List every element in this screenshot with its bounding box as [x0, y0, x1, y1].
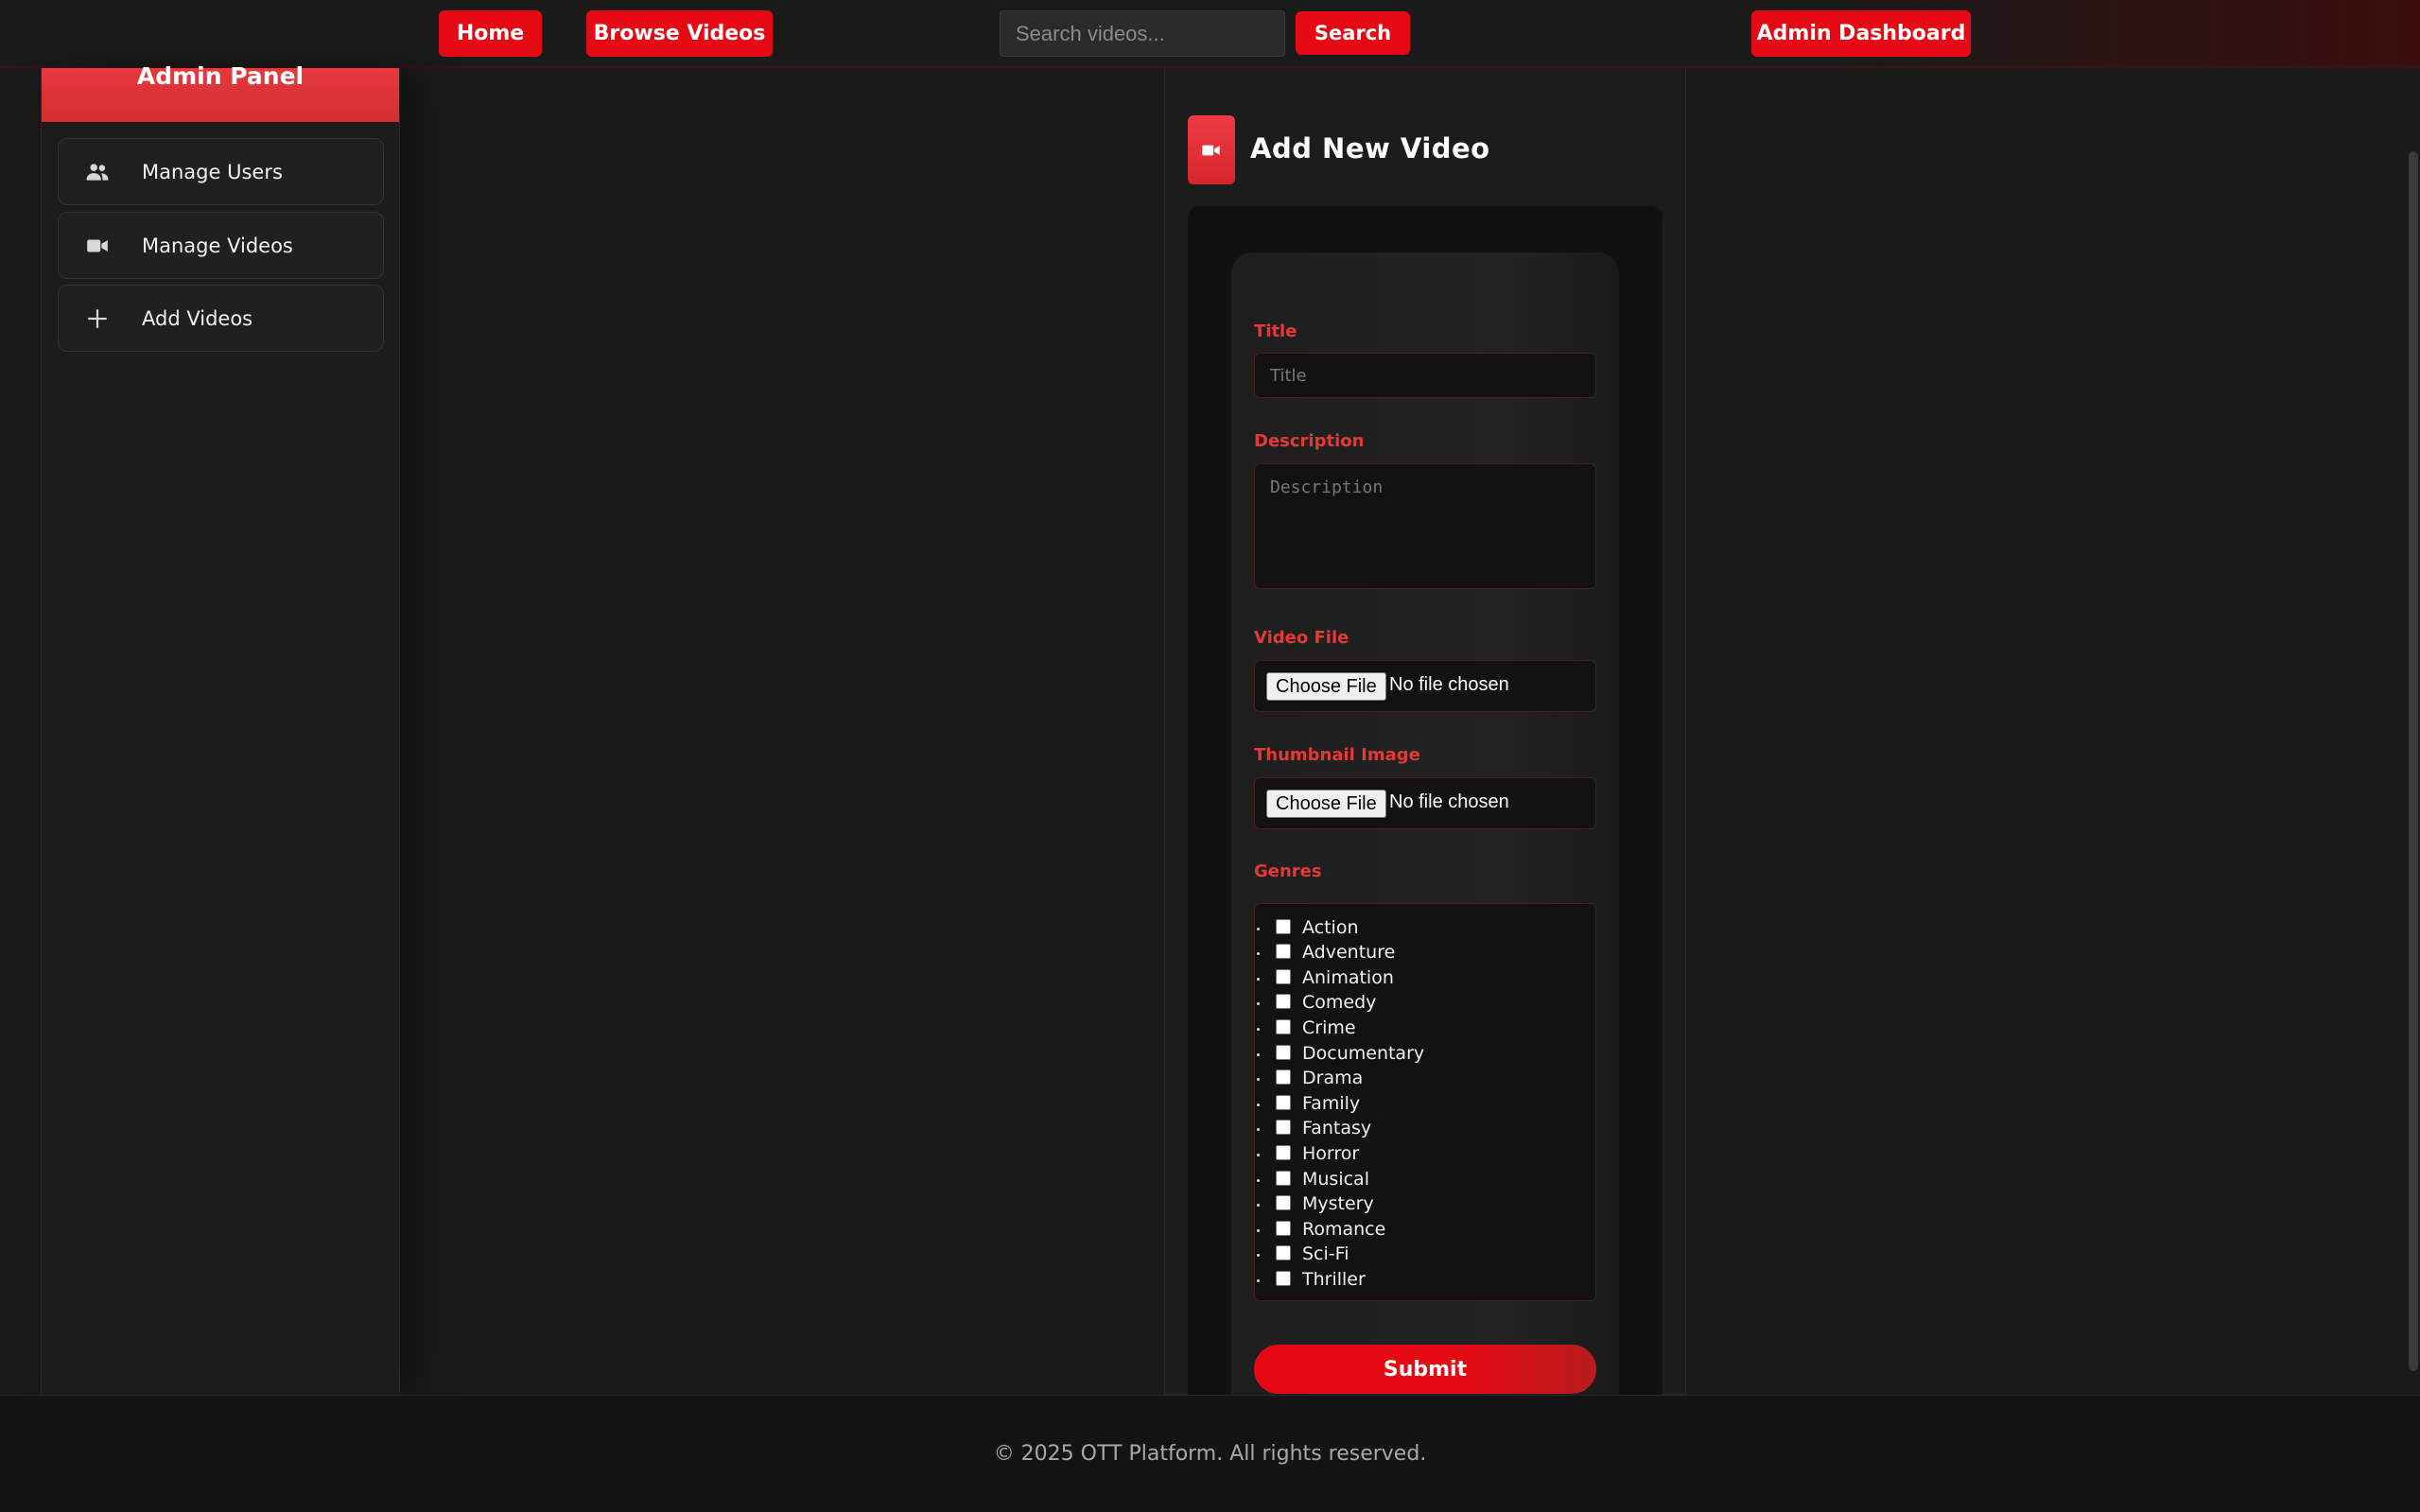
title-input[interactable]: [1254, 353, 1596, 398]
submit-button[interactable]: Submit: [1254, 1345, 1596, 1394]
sidebar-item-label: Manage Videos: [142, 234, 293, 257]
genre-label: Animation: [1302, 967, 1394, 988]
list-item: Comedy: [1255, 992, 1576, 1017]
genre-label: Horror: [1302, 1143, 1360, 1164]
genre-checkbox[interactable]: [1276, 1019, 1291, 1034]
genre-label: Documentary: [1302, 1043, 1425, 1064]
genre-checkbox[interactable]: [1276, 1145, 1291, 1160]
genre-label: Mystery: [1302, 1193, 1374, 1214]
description-textarea[interactable]: [1254, 463, 1596, 589]
list-item: Animation: [1255, 967, 1576, 992]
choose-thumbnail-file-button[interactable]: Choose File: [1266, 790, 1386, 818]
video-camera-icon: [1188, 115, 1235, 184]
top-navbar: Home Browse Videos Search Admin Dashboar…: [0, 0, 2420, 68]
genre-label: Fantasy: [1302, 1118, 1372, 1138]
sidebar-item-manage-users[interactable]: Manage Users: [58, 138, 384, 205]
video-file-input: Choose File No file chosen: [1254, 660, 1596, 712]
genre-checkbox[interactable]: [1276, 1221, 1291, 1236]
genres-list: Action Adventure Animation Comedy Crime …: [1254, 903, 1596, 1301]
genre-checkbox[interactable]: [1276, 994, 1291, 1009]
genre-label: Thriller: [1302, 1269, 1366, 1290]
footer: © 2025 OTT Platform. All rights reserved…: [0, 1395, 2420, 1512]
plus-icon: [88, 309, 107, 328]
list-item: Documentary: [1255, 1043, 1576, 1068]
genre-label: Adventure: [1302, 942, 1396, 963]
sidebar-header: Admin Panel: [42, 62, 399, 122]
list-item: Fantasy: [1255, 1118, 1576, 1142]
list-item: Romance: [1255, 1219, 1576, 1243]
genre-label: Family: [1302, 1093, 1361, 1114]
list-item: Sci-Fi: [1255, 1243, 1576, 1268]
page-scrollbar[interactable]: [2409, 151, 2418, 1371]
genre-label: Drama: [1302, 1068, 1364, 1088]
list-item: Crime: [1255, 1017, 1576, 1042]
footer-copyright: © 2025 OTT Platform. All rights reserved…: [993, 1442, 1427, 1466]
genre-label: Crime: [1302, 1017, 1356, 1038]
list-item: Drama: [1255, 1068, 1576, 1092]
description-label: Description: [1254, 431, 1365, 451]
admin-sidebar: Admin Panel Manage Users Manage Videos A…: [41, 62, 400, 1395]
genre-checkbox[interactable]: [1276, 969, 1291, 984]
video-camera-icon: [87, 239, 108, 252]
choose-video-file-button[interactable]: Choose File: [1266, 672, 1386, 701]
users-icon: [86, 164, 109, 181]
genre-checkbox[interactable]: [1276, 1171, 1291, 1186]
list-item: Adventure: [1255, 942, 1576, 966]
genre-checkbox[interactable]: [1276, 1195, 1291, 1210]
list-item: Thriller: [1255, 1269, 1576, 1294]
list-item: Horror: [1255, 1143, 1576, 1168]
genre-checkbox[interactable]: [1276, 1069, 1291, 1085]
search-input[interactable]: [1000, 10, 1285, 57]
genre-label: Sci-Fi: [1302, 1243, 1349, 1264]
title-label: Title: [1254, 322, 1297, 341]
list-item: Musical: [1255, 1169, 1576, 1193]
admin-dashboard-button[interactable]: Admin Dashboard: [1751, 10, 1971, 57]
thumbnail-file-status: No file chosen: [1389, 791, 1509, 812]
video-file-label: Video File: [1254, 628, 1349, 648]
sidebar-item-add-videos[interactable]: Add Videos: [58, 285, 384, 352]
list-item: Mystery: [1255, 1193, 1576, 1218]
browse-videos-button[interactable]: Browse Videos: [586, 10, 773, 57]
genre-label: Musical: [1302, 1169, 1369, 1190]
genre-checkbox[interactable]: [1276, 919, 1291, 934]
genre-checkbox[interactable]: [1276, 1045, 1291, 1060]
home-button[interactable]: Home: [439, 10, 542, 57]
genre-checkbox[interactable]: [1276, 1271, 1291, 1286]
genres-label: Genres: [1254, 861, 1322, 881]
sidebar-item-label: Add Videos: [142, 306, 253, 330]
genre-label: Romance: [1302, 1219, 1386, 1240]
genre-checkbox[interactable]: [1276, 1245, 1291, 1260]
genre-checkbox[interactable]: [1276, 944, 1291, 959]
thumbnail-label: Thumbnail Image: [1254, 745, 1420, 765]
search-button[interactable]: Search: [1296, 11, 1410, 55]
genre-checkbox[interactable]: [1276, 1120, 1291, 1135]
genre-checkbox[interactable]: [1276, 1095, 1291, 1110]
sidebar-item-manage-videos[interactable]: Manage Videos: [58, 212, 384, 279]
sidebar-title: Admin Panel: [136, 62, 305, 90]
list-item: Family: [1255, 1093, 1576, 1118]
sidebar-item-label: Manage Users: [142, 160, 283, 183]
genre-label: Comedy: [1302, 992, 1377, 1013]
thumbnail-file-input: Choose File No file chosen: [1254, 777, 1596, 829]
page-title: Add New Video: [1250, 132, 1490, 165]
list-item: Action: [1255, 917, 1576, 942]
genre-label: Action: [1302, 917, 1359, 938]
video-file-status: No file chosen: [1389, 674, 1509, 695]
